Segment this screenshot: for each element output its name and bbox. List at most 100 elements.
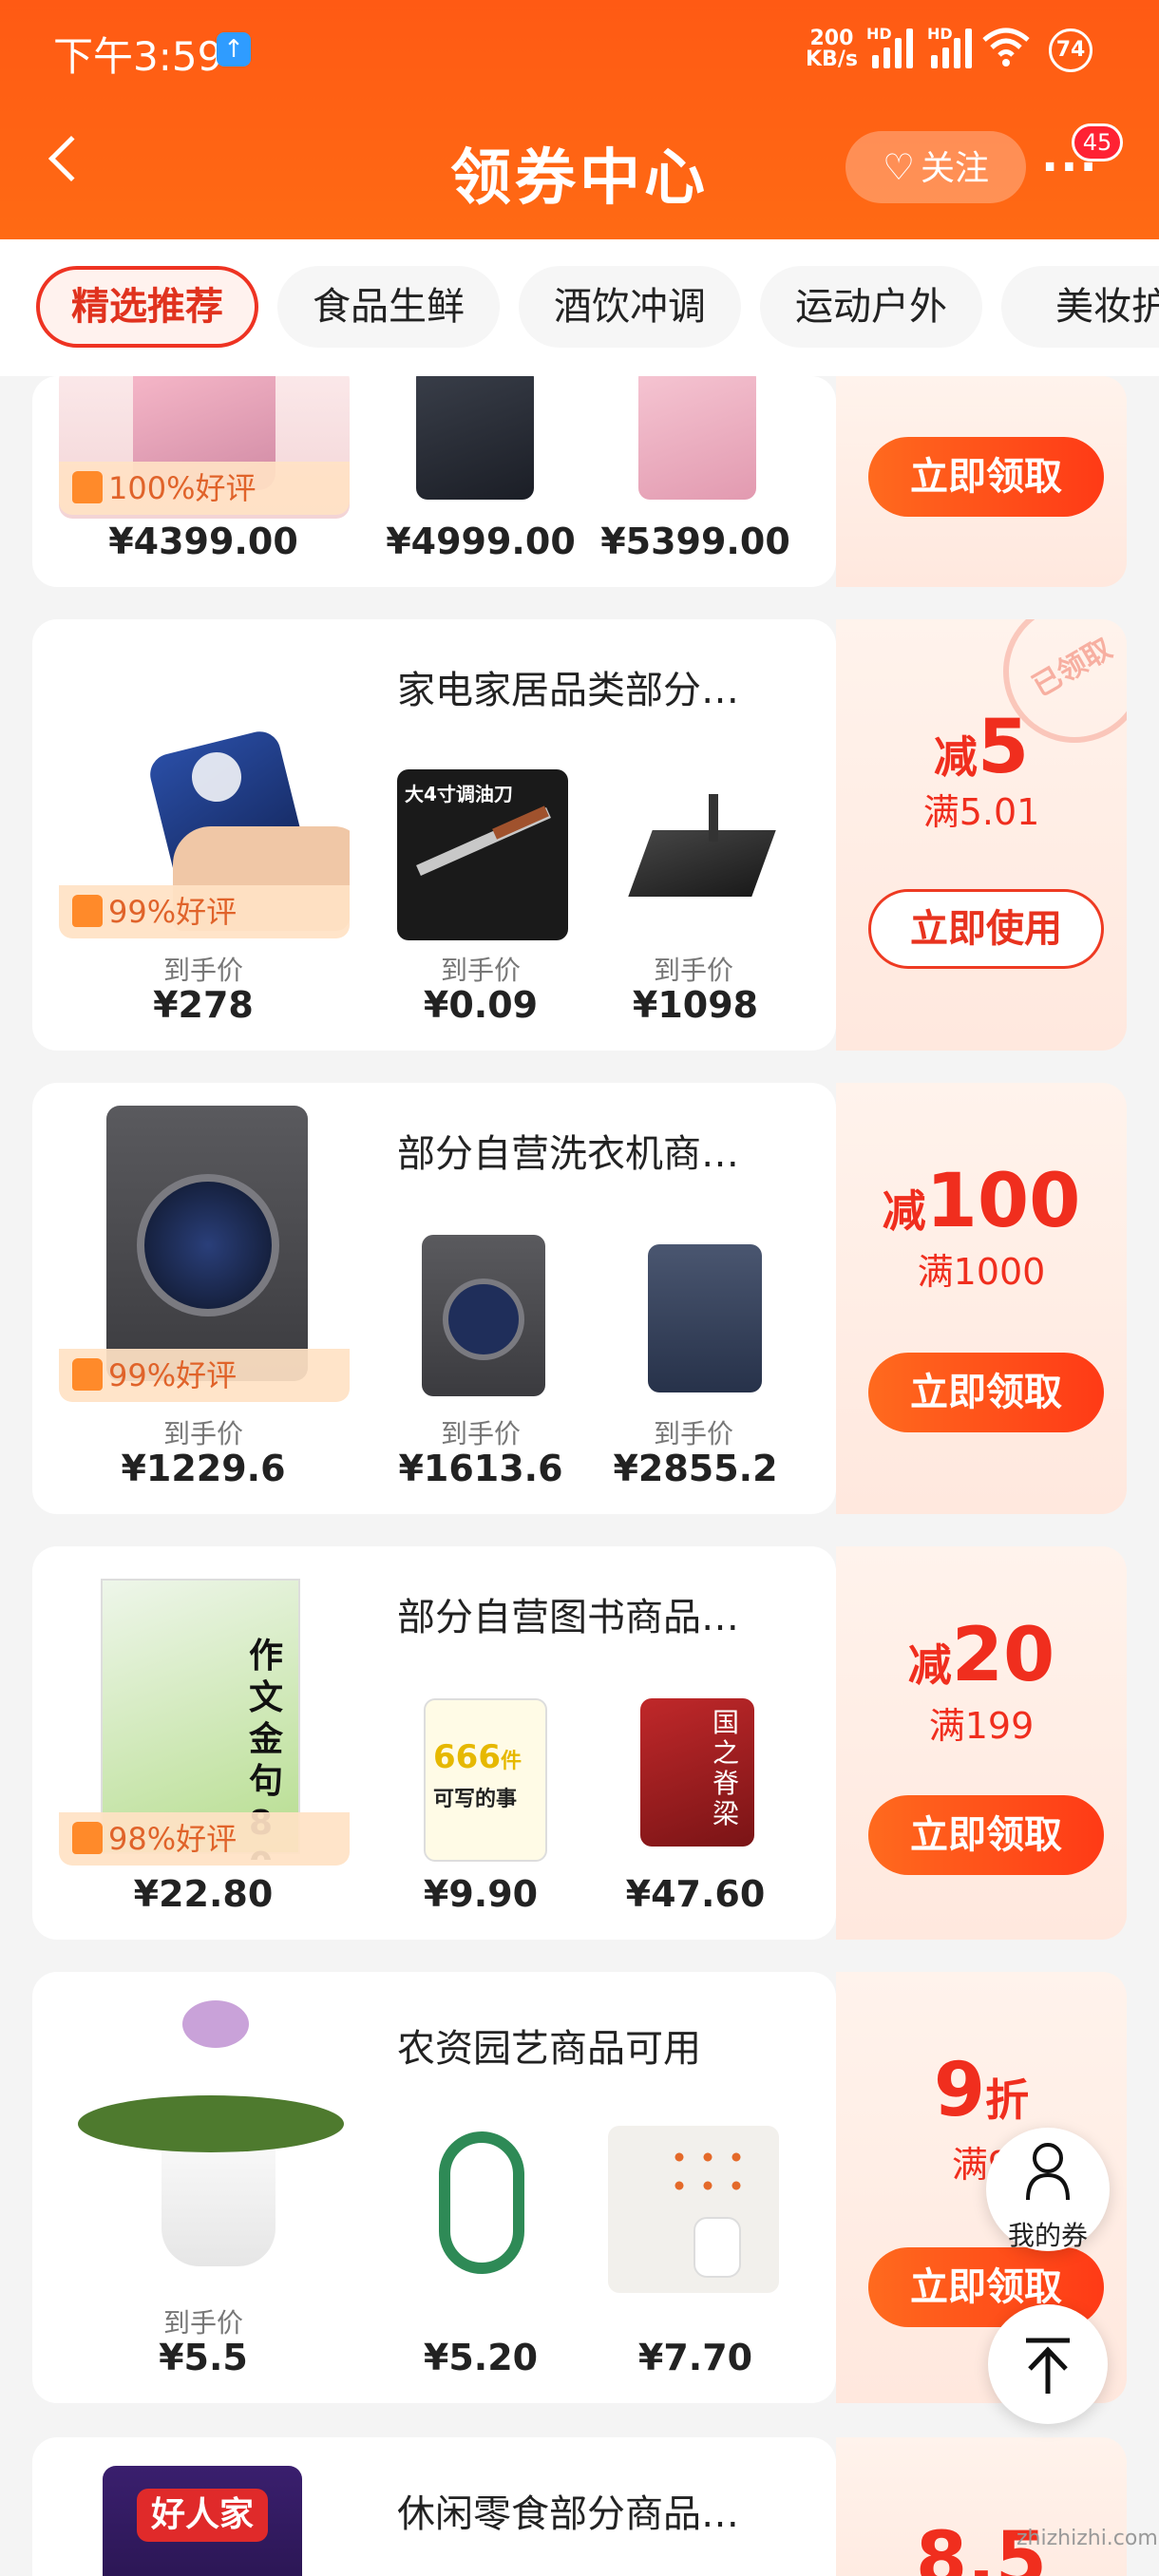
back-to-top-button[interactable] [988,2304,1108,2424]
coupon-panel: 减20 满199 立即领取 [836,1546,1127,1940]
coupon-panel: 立即领取 [836,376,1127,587]
coupon-card-gardening[interactable]: 农资园艺商品可用 到手价 ¥5.5 ¥5.20 ¥7.70 [32,1972,836,2403]
product-image-book-666[interactable]: 666件 可写的事 [424,1698,547,1862]
coupon-title: 休闲零食部分商品… [397,2492,739,2536]
product-image-knife[interactable]: 大4寸调油刀 [397,769,568,940]
signal-icon-2 [923,28,972,68]
coupon-title: 农资园艺商品可用 [397,2027,701,2071]
arrow-up-icon [1026,2338,1070,2394]
net-speed-unit: KB/s [806,47,858,71]
book-subtitle: 可写的事 [433,1788,518,1811]
price-label: 到手价 [162,955,243,986]
price-label: 到手价 [440,1418,521,1449]
coupon-card-washing-machine[interactable]: 部分自营洗衣机商… 99%好评 到手价 到手价 到手价 ¥1229.6 ¥161… [32,1083,836,1514]
rating-text: 99%好评 [108,894,238,930]
product-image-washer-front[interactable] [422,1235,545,1396]
discount-prefix: 减 [907,1639,952,1691]
book-title: 国之脊梁 [712,1707,740,1829]
discount-amount: 减5 [836,705,1127,790]
tab-beauty[interactable]: 美妆护 [1001,266,1159,348]
claim-button[interactable]: 立即领取 [868,437,1104,517]
product-price: ¥2855.2 [613,1448,778,1489]
rating-badge: 99%好评 [59,885,350,938]
rating-text: 99%好评 [108,1357,238,1393]
my-coupons-button[interactable]: 我的券 [986,2128,1110,2251]
thumbs-up-icon [72,895,103,927]
tab-featured[interactable]: 精选推荐 [36,266,258,348]
rating-badge: 100%好评 [59,462,350,515]
rating-badge: 99%好评 [59,1349,350,1402]
rating-text: 100%好评 [108,470,256,506]
network-speed: 200 KB/s [806,28,858,70]
coupon-panel: 8.5 [836,2437,1127,2576]
follow-label: 关注 [921,149,990,188]
product-price: ¥9.90 [423,1873,539,1915]
product-price: ¥5399.00 [600,521,790,562]
book-unit: 件 [500,1750,522,1773]
tab-fresh-food[interactable]: 食品生鲜 [277,266,500,348]
discount-prefix: 减 [882,1185,926,1237]
status-time: 下午3:59 [53,33,223,80]
product-image-vase[interactable] [608,2126,779,2293]
thumbs-up-icon [72,1822,103,1854]
knife-label: 大4寸调油刀 [405,783,513,805]
product-image-phone-black[interactable] [416,376,534,500]
category-tabs: 精选推荐 食品生鲜 酒饮冲调 运动户外 美妆护 [0,239,1159,376]
product-price: ¥0.09 [423,984,539,1026]
my-coupons-label: 我的券 [1007,2220,1088,2251]
product-price: ¥22.80 [133,1873,274,1915]
price-label: 到手价 [162,1418,243,1449]
product-image-snack[interactable]: 好人家 [103,2466,302,2576]
product-image-rope[interactable] [429,2122,543,2283]
product-image-washer-top[interactable] [648,1244,762,1392]
price-label: 到手价 [440,955,521,986]
product-image-washer-large[interactable] [59,1106,350,1387]
coupon-card-phones[interactable]: 100%好评 ¥4399.00 ¥4999.00 ¥5399.00 [32,376,836,587]
header: 下午3:59 ↑ 200 KB/s HD HD 74 领券中心 ♡ 关注 ··· … [0,0,1159,239]
heart-plus-icon: ♡ [882,146,916,188]
battery-icon: 74 [1049,28,1092,72]
product-price: ¥7.70 [637,2337,753,2378]
product-image-book-heroes[interactable]: 国之脊梁 [640,1698,754,1847]
claim-button[interactable]: 立即领取 [868,1795,1104,1875]
signal-icon-1 [864,28,913,68]
discount-value: 9 [933,2048,986,2133]
coupon-card-home-appliance[interactable]: 家电家居品类部分… 99%好评 大4寸调油刀 到手价 到手价 到手价 ¥278 … [32,619,836,1051]
status-bar: 下午3:59 ↑ 200 KB/s HD HD 74 [0,0,1159,99]
thumbs-up-icon [72,1358,103,1391]
person-icon [1026,2143,1070,2201]
coupon-title: 部分自营图书商品… [397,1596,739,1639]
thumbs-up-icon [72,471,103,503]
product-price: ¥5.5 [159,2337,248,2378]
tab-drinks[interactable]: 酒饮冲调 [519,266,741,348]
product-image-orchid[interactable] [59,1991,350,2276]
snack-brand: 好人家 [137,2489,268,2542]
follow-button[interactable]: ♡ 关注 [846,131,1026,203]
coupon-title: 家电家居品类部分… [397,669,739,712]
product-price: ¥1613.6 [398,1448,563,1489]
rating-text: 98%好评 [108,1821,238,1857]
price-label: 到手价 [162,2307,243,2339]
discount-prefix: 减 [933,731,978,783]
discount-value: 5 [977,705,1030,790]
message-badge: 45 [1072,123,1123,161]
product-price: ¥5.20 [423,2337,539,2378]
tab-outdoor[interactable]: 运动户外 [760,266,982,348]
coupon-condition: 满199 [928,1705,1035,1747]
coupon-condition: 满5.01 [922,791,1040,833]
book-number: 666 [433,1738,501,1776]
coupon-title: 部分自营洗衣机商… [397,1132,739,1176]
use-now-button[interactable]: 立即使用 [868,889,1104,969]
net-speed-value: 200 [809,27,854,50]
product-price: ¥1229.6 [121,1448,286,1489]
discount-amount: 9折 [836,2048,1127,2133]
watermark: zhizhizhi.com [1016,2527,1158,2550]
coupon-card-snacks[interactable]: 休闲零食部分商品… 好人家 [32,2437,836,2576]
product-price: ¥278 [153,984,254,1026]
coupon-condition: 满1000 [917,1251,1046,1293]
product-image-phone-pink-2[interactable] [638,376,756,500]
product-image-sink[interactable] [618,769,779,931]
product-price: ¥4399.00 [108,521,298,562]
coupon-card-books[interactable]: 部分自营图书商品… 作文金句800例 98%好评 666件 可写的事 国之脊梁 … [32,1546,836,1940]
claim-button[interactable]: 立即领取 [868,1353,1104,1432]
